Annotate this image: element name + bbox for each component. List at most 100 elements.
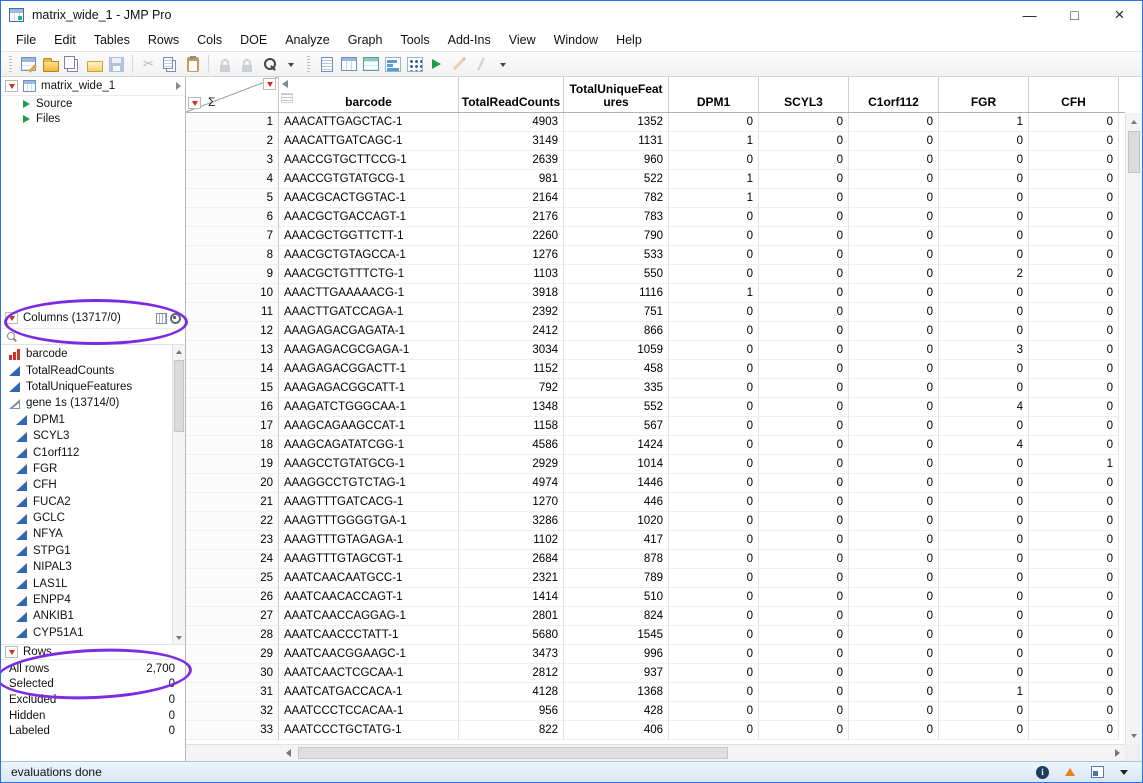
- cell-totaluniquefeatures[interactable]: 417: [564, 531, 669, 550]
- scroll-to-top-icon[interactable]: [1065, 768, 1075, 776]
- cell-c1orf112[interactable]: 0: [849, 683, 939, 702]
- row-number[interactable]: 32: [186, 702, 279, 721]
- cell-fgr[interactable]: 0: [939, 664, 1029, 683]
- open-folder-icon[interactable]: [85, 55, 104, 74]
- row-number[interactable]: 12: [186, 322, 279, 341]
- cell-barcode[interactable]: AAACATTGATCAGC-1: [279, 132, 459, 151]
- cell-barcode[interactable]: AAATCAACGGAAGC-1: [279, 645, 459, 664]
- cell-scyl3[interactable]: 0: [759, 170, 849, 189]
- cell-c1orf112[interactable]: 0: [849, 721, 939, 740]
- cell-cfh[interactable]: 0: [1029, 227, 1119, 246]
- cell-totalreadcounts[interactable]: 2684: [459, 550, 564, 569]
- cell-scyl3[interactable]: 0: [759, 512, 849, 531]
- row-number[interactable]: 19: [186, 455, 279, 474]
- cell-scyl3[interactable]: 0: [759, 151, 849, 170]
- cell-totaluniquefeatures[interactable]: 783: [564, 208, 669, 227]
- cell-scyl3[interactable]: 0: [759, 303, 849, 322]
- cell-totaluniquefeatures[interactable]: 751: [564, 303, 669, 322]
- cell-fgr[interactable]: 0: [939, 417, 1029, 436]
- cell-barcode[interactable]: AAATCCCTCCACAA-1: [279, 702, 459, 721]
- row-number[interactable]: 29: [186, 645, 279, 664]
- column-list-item[interactable]: FUCA2: [1, 494, 185, 510]
- cell-totaluniquefeatures[interactable]: 1059: [564, 341, 669, 360]
- cell-scyl3[interactable]: 0: [759, 569, 849, 588]
- line-tool-icon[interactable]: [471, 55, 490, 74]
- cell-cfh[interactable]: 0: [1029, 246, 1119, 265]
- scrollbar-thumb[interactable]: [174, 360, 184, 432]
- cell-cfh[interactable]: 0: [1029, 170, 1119, 189]
- rows-panel-header[interactable]: Rows: [1, 644, 185, 660]
- red-triangle-menu-icon[interactable]: [5, 80, 18, 92]
- row-number[interactable]: 30: [186, 664, 279, 683]
- menu-item[interactable]: Add-Ins: [439, 31, 500, 49]
- cell-scyl3[interactable]: 0: [759, 664, 849, 683]
- cell-barcode[interactable]: AAACGCTGTTTCTG-1: [279, 265, 459, 284]
- annotate-icon[interactable]: [449, 55, 468, 74]
- cell-fgr[interactable]: 0: [939, 322, 1029, 341]
- cell-barcode[interactable]: AAACGCTGTAGCCA-1: [279, 246, 459, 265]
- cell-fgr[interactable]: 0: [939, 379, 1029, 398]
- cell-dpm1[interactable]: 0: [669, 588, 759, 607]
- row-number[interactable]: 13: [186, 341, 279, 360]
- table-row[interactable]: 17 AAAGCAGAAGCCAT-1 1158 567 0 0 0 0 0: [186, 417, 1125, 436]
- cell-fgr[interactable]: 0: [939, 246, 1029, 265]
- column-header[interactable]: CFH: [1029, 77, 1119, 112]
- cell-cfh[interactable]: 0: [1029, 151, 1119, 170]
- cell-cfh[interactable]: 0: [1029, 208, 1119, 227]
- cell-fgr[interactable]: 0: [939, 132, 1029, 151]
- cell-totalreadcounts[interactable]: 2321: [459, 569, 564, 588]
- table-script-item[interactable]: Source: [1, 96, 185, 111]
- cell-fgr[interactable]: 0: [939, 702, 1029, 721]
- cell-cfh[interactable]: 0: [1029, 550, 1119, 569]
- cell-totalreadcounts[interactable]: 3034: [459, 341, 564, 360]
- row-number[interactable]: 20: [186, 474, 279, 493]
- row-number[interactable]: 4: [186, 170, 279, 189]
- cell-barcode[interactable]: AAACTTGAAAAACG-1: [279, 284, 459, 303]
- table-row[interactable]: 33 AAATCCCTGCTATG-1 822 406 0 0 0 0 0: [186, 721, 1125, 740]
- cell-scyl3[interactable]: 0: [759, 265, 849, 284]
- cell-dpm1[interactable]: 0: [669, 417, 759, 436]
- menu-item[interactable]: Help: [607, 31, 651, 49]
- cell-totaluniquefeatures[interactable]: 960: [564, 151, 669, 170]
- cell-barcode[interactable]: AAATCAACCCTATT-1: [279, 626, 459, 645]
- row-number[interactable]: 18: [186, 436, 279, 455]
- cell-cfh[interactable]: 0: [1029, 607, 1119, 626]
- cell-c1orf112[interactable]: 0: [849, 531, 939, 550]
- cell-cfh[interactable]: 0: [1029, 436, 1119, 455]
- cell-dpm1[interactable]: 0: [669, 607, 759, 626]
- cell-totalreadcounts[interactable]: 981: [459, 170, 564, 189]
- cell-totaluniquefeatures[interactable]: 1368: [564, 683, 669, 702]
- cell-fgr[interactable]: 0: [939, 284, 1029, 303]
- cell-totalreadcounts[interactable]: 4903: [459, 113, 564, 132]
- table-row[interactable]: 20 AAAGGCCTGTCTAG-1 4974 1446 0 0 0 0 0: [186, 474, 1125, 493]
- info-icon[interactable]: i: [1036, 766, 1049, 779]
- table-row[interactable]: 11 AAACTTGATCCAGA-1 2392 751 0 0 0 0 0: [186, 303, 1125, 322]
- scroll-down-icon[interactable]: [173, 631, 185, 644]
- cell-c1orf112[interactable]: 0: [849, 341, 939, 360]
- cell-barcode[interactable]: AAATCAACAATGCC-1: [279, 569, 459, 588]
- cell-c1orf112[interactable]: 0: [849, 588, 939, 607]
- cell-dpm1[interactable]: 0: [669, 550, 759, 569]
- cell-fgr[interactable]: 4: [939, 398, 1029, 417]
- column-list-item[interactable]: DPM1: [1, 412, 185, 428]
- cell-cfh[interactable]: 0: [1029, 626, 1119, 645]
- row-number[interactable]: 33: [186, 721, 279, 740]
- cell-c1orf112[interactable]: 0: [849, 227, 939, 246]
- table-row[interactable]: 9 AAACGCTGTTTCTG-1 1103 550 0 0 0 2 0: [186, 265, 1125, 284]
- cell-fgr[interactable]: 0: [939, 360, 1029, 379]
- tools-more-icon[interactable]: [493, 55, 512, 74]
- cell-cfh[interactable]: 0: [1029, 645, 1119, 664]
- cell-scyl3[interactable]: 0: [759, 702, 849, 721]
- cell-totalreadcounts[interactable]: 1102: [459, 531, 564, 550]
- cell-totaluniquefeatures[interactable]: 335: [564, 379, 669, 398]
- cell-barcode[interactable]: AAAGAGACGGCATT-1: [279, 379, 459, 398]
- cell-cfh[interactable]: 0: [1029, 531, 1119, 550]
- table-script-item[interactable]: Files: [1, 111, 185, 126]
- cell-c1orf112[interactable]: 0: [849, 113, 939, 132]
- cell-totalreadcounts[interactable]: 822: [459, 721, 564, 740]
- cell-totaluniquefeatures[interactable]: 406: [564, 721, 669, 740]
- cell-barcode[interactable]: AAAGTTTGTAGAGA-1: [279, 531, 459, 550]
- cell-cfh[interactable]: 0: [1029, 721, 1119, 740]
- cell-cfh[interactable]: 0: [1029, 322, 1119, 341]
- cell-cfh[interactable]: 0: [1029, 493, 1119, 512]
